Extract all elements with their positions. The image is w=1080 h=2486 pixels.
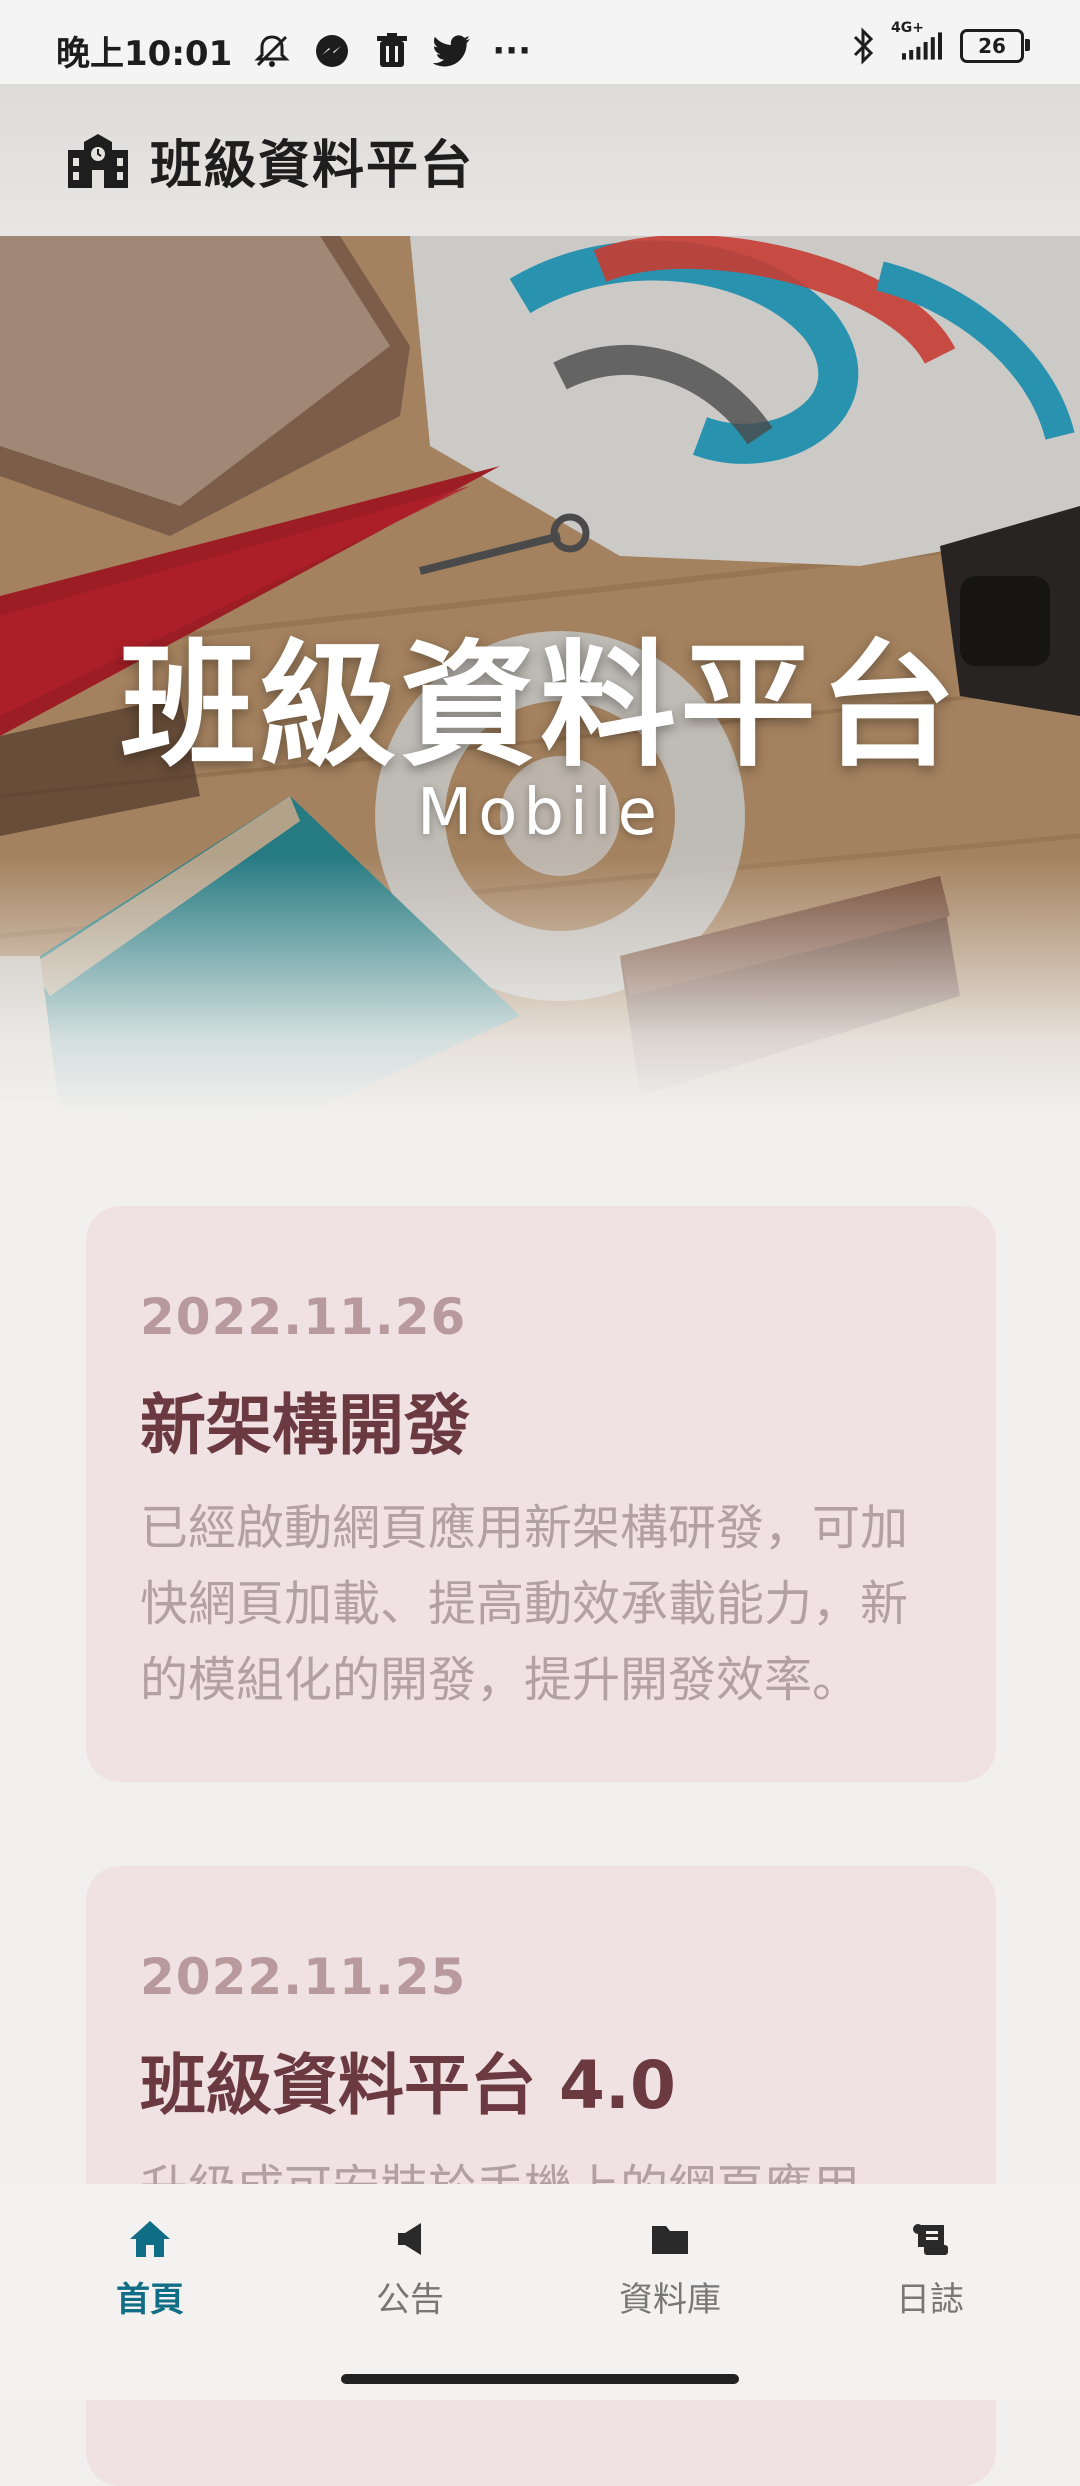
- home-icon: [50, 2214, 250, 2264]
- hero-title: 班級資料平台: [120, 628, 960, 786]
- megaphone-icon: [310, 2214, 510, 2264]
- hero-fade: [0, 856, 1080, 1116]
- bottom-navigation: 首頁 公告 資料庫 日誌: [0, 2184, 1080, 2400]
- nav-item-announcements[interactable]: 公告: [310, 2214, 510, 2321]
- post-title: 新架構開發: [140, 1387, 470, 1464]
- nav-item-database[interactable]: 資料庫: [570, 2214, 770, 2321]
- nav-label-log: 日誌: [896, 2280, 964, 2320]
- more-notifications: ···: [492, 30, 531, 71]
- post-body: 已經啟動網頁應用新架構研發，可加快網頁加載、提高動效承載能力，新的模組化的開發，…: [140, 1500, 909, 1708]
- nav-item-home[interactable]: 首頁: [50, 2214, 250, 2321]
- nav-item-log[interactable]: 日誌: [830, 2214, 1030, 2321]
- home-indicator[interactable]: [341, 2374, 739, 2384]
- post-date: 2022.11.26: [140, 1288, 467, 1346]
- network-type: 4G+: [891, 20, 924, 36]
- app-header: 班級資料平台: [0, 84, 1080, 236]
- bluetooth-icon: [844, 26, 884, 66]
- app-title: 班級資料平台: [150, 135, 475, 196]
- status-bar: 晚上10:01 ··· 4G+ 26: [0, 0, 1080, 84]
- hero-banner: 班級資料平台 Mobile: [0, 236, 1080, 1116]
- hero-subtitle: Mobile: [417, 776, 663, 850]
- messenger-icon: [312, 31, 352, 71]
- school-icon: [64, 132, 132, 188]
- battery-indicator: 26: [960, 29, 1030, 63]
- status-time: 晚上10:01: [56, 34, 233, 74]
- post-date: 2022.11.25: [140, 1948, 467, 2006]
- nav-label-announcements: 公告: [376, 2280, 444, 2320]
- scroll-icon: [830, 2214, 1030, 2264]
- post-card[interactable]: 2022.11.26 新架構開發 已經啟動網頁應用新架構研發，可加快網頁加載、提…: [86, 1206, 996, 1782]
- post-title: 班級資料平台 4.0: [140, 2047, 676, 2124]
- status-left: 晚上10:01 ···: [56, 26, 531, 75]
- twitter-icon: [432, 31, 472, 71]
- mute-bell-icon: [252, 31, 292, 71]
- nav-label-home: 首頁: [116, 2280, 184, 2320]
- folder-icon: [570, 2214, 770, 2264]
- nav-label-database: 資料庫: [619, 2280, 721, 2320]
- status-right: 4G+ 26: [844, 20, 1030, 66]
- trash-icon: [372, 31, 412, 71]
